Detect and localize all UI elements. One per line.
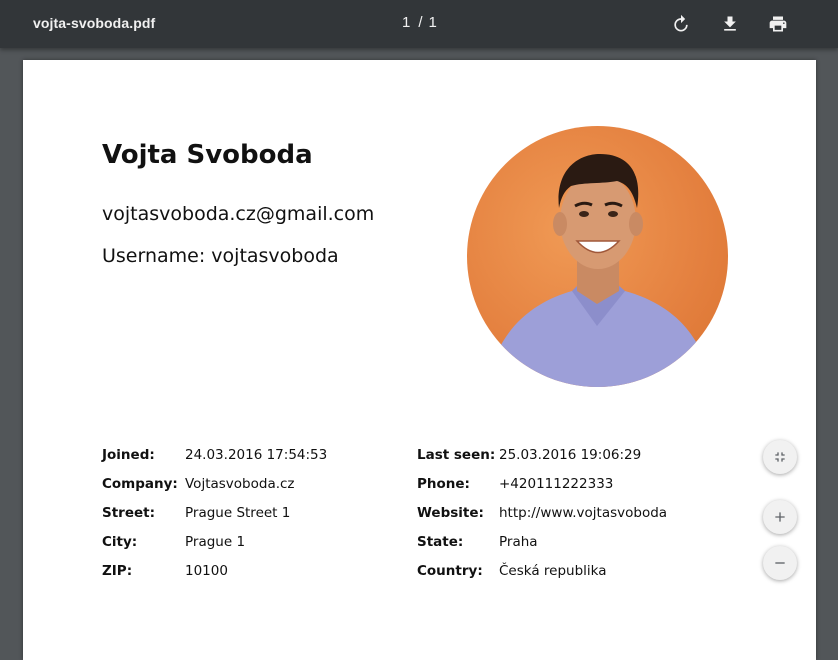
detail-label: Company: bbox=[102, 475, 178, 492]
zoom-out-button[interactable] bbox=[763, 546, 797, 580]
detail-label: State: bbox=[417, 533, 464, 550]
detail-label: Last seen: bbox=[417, 446, 496, 463]
detail-label: City: bbox=[102, 533, 138, 550]
total-pages: 1 bbox=[428, 14, 437, 31]
pdf-viewer[interactable]: Vojta Svoboda vojtasvoboda.cz@gmail.com … bbox=[0, 48, 838, 660]
detail-value: Prague 1 bbox=[185, 533, 246, 550]
detail-row-phone: Phone: +420111222333 bbox=[417, 469, 667, 498]
details-left-column: Joined: 24.03.2016 17:54:53 Company: Voj… bbox=[102, 440, 327, 585]
detail-row-last-seen: Last seen: 25.03.2016 19:06:29 bbox=[417, 440, 667, 469]
profile-name: Vojta Svoboda bbox=[102, 140, 313, 170]
detail-label: Joined: bbox=[102, 446, 155, 463]
print-icon bbox=[769, 16, 787, 32]
detail-row-street: Street: Prague Street 1 bbox=[102, 498, 327, 527]
detail-label: Website: bbox=[417, 504, 484, 521]
detail-value: Česká republika bbox=[499, 562, 607, 579]
person-portrait bbox=[487, 154, 712, 387]
rotate-icon bbox=[674, 14, 688, 32]
detail-label: ZIP: bbox=[102, 562, 133, 579]
detail-value: http://www.vojtasvoboda bbox=[499, 504, 668, 521]
detail-row-joined: Joined: 24.03.2016 17:54:53 bbox=[102, 440, 327, 469]
zoom-in-icon bbox=[775, 512, 785, 522]
zoom-out-icon bbox=[775, 562, 785, 564]
detail-value: Vojtasvoboda.cz bbox=[185, 475, 295, 492]
details-right-column: Last seen: 25.03.2016 19:06:29 Phone: +4… bbox=[417, 440, 667, 585]
detail-value: Praha bbox=[499, 533, 538, 550]
page-separator: / bbox=[418, 14, 423, 31]
print-button[interactable] bbox=[766, 12, 790, 36]
zoom-in-button[interactable] bbox=[763, 500, 797, 534]
detail-label: Phone: bbox=[417, 475, 470, 492]
profile-email: vojtasvoboda.cz@gmail.com bbox=[102, 203, 375, 225]
fit-to-page-button[interactable] bbox=[763, 440, 797, 474]
detail-row-zip: ZIP: 10100 bbox=[102, 556, 327, 585]
detail-value: 24.03.2016 17:54:53 bbox=[185, 446, 328, 463]
detail-value: 10100 bbox=[185, 562, 228, 579]
detail-row-state: State: Praha bbox=[417, 527, 667, 556]
profile-username: Username: vojtasvoboda bbox=[102, 245, 339, 267]
download-icon bbox=[724, 16, 736, 31]
detail-row-company: Company: Vojtasvoboda.cz bbox=[102, 469, 327, 498]
current-page-number[interactable]: 1 bbox=[402, 14, 410, 31]
detail-row-website: Website: http://www.vojtasvoboda bbox=[417, 498, 667, 527]
fit-page-icon bbox=[775, 452, 785, 462]
profile-photo bbox=[467, 126, 728, 387]
pdf-page: Vojta Svoboda vojtasvoboda.cz@gmail.com … bbox=[23, 60, 816, 660]
detail-value: +420111222333 bbox=[499, 475, 614, 492]
rotate-button[interactable] bbox=[669, 12, 693, 36]
pdf-toolbar: vojta-svoboda.pdf 1 / 1 bbox=[0, 0, 838, 48]
detail-row-country: Country: Česká republika bbox=[417, 556, 667, 585]
document-title: vojta-svoboda.pdf bbox=[33, 15, 156, 31]
download-button[interactable] bbox=[718, 12, 742, 36]
detail-row-city: City: Prague 1 bbox=[102, 527, 327, 556]
detail-label: Street: bbox=[102, 504, 155, 521]
page-indicator: 1 / 1 bbox=[402, 14, 437, 31]
detail-value: 25.03.2016 19:06:29 bbox=[499, 446, 642, 463]
detail-value: Prague Street 1 bbox=[185, 504, 291, 521]
detail-label: Country: bbox=[417, 562, 483, 579]
